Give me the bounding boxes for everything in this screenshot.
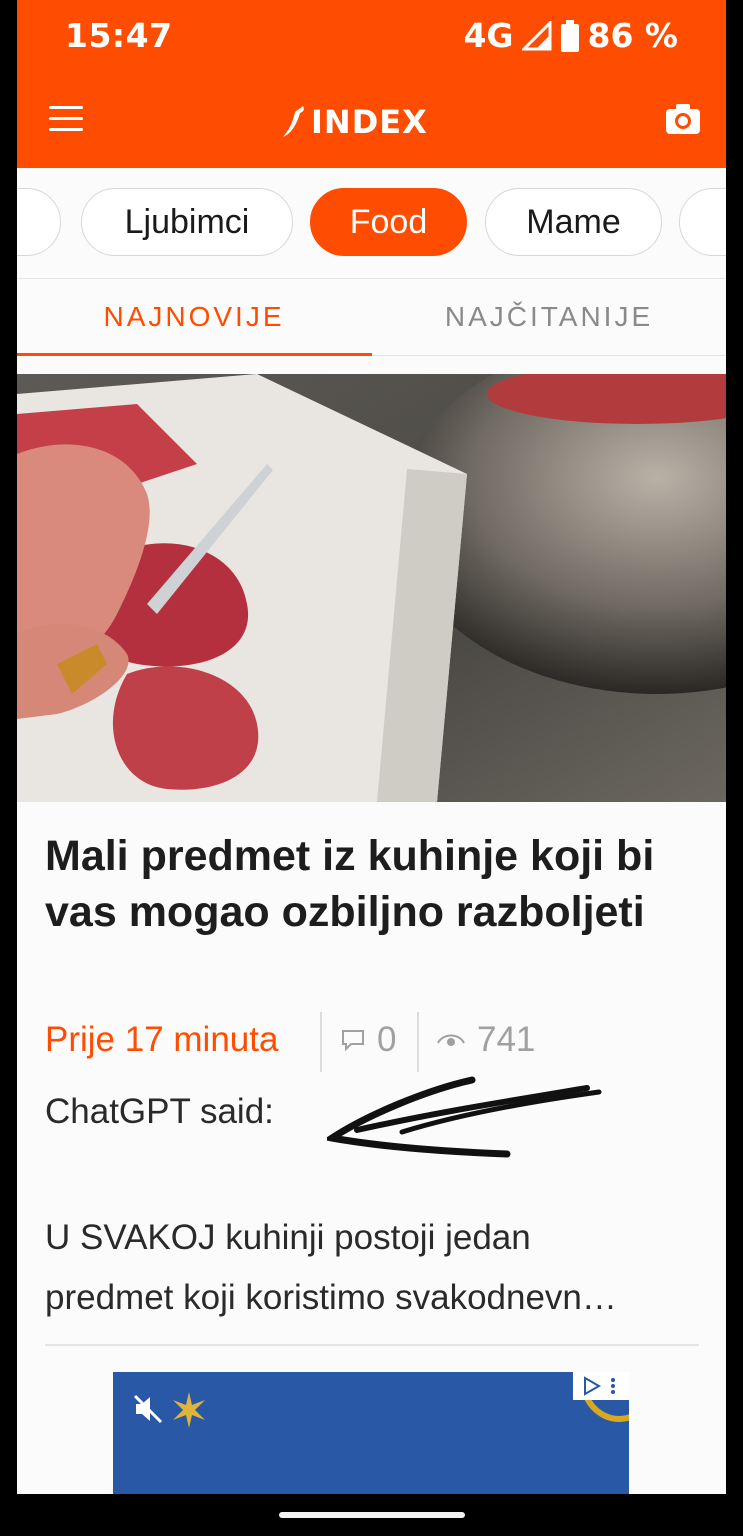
article-time: Prije 17 minuta <box>45 1020 279 1059</box>
active-tab-indicator <box>17 353 372 356</box>
lead-line: U SVAKOJ kuhinji postoji jedan <box>45 1218 531 1257</box>
tab-najnovije[interactable]: NAJNOVIJE <box>17 279 371 355</box>
category-chips[interactable]: Ljubimci Food Mame <box>17 168 726 278</box>
meta-divider <box>417 1012 419 1072</box>
index-logo[interactable]: INDEX <box>281 100 428 144</box>
battery-level: 86 % <box>587 16 678 55</box>
mute-icon[interactable] <box>133 1394 165 1424</box>
divider <box>45 1344 699 1346</box>
logo-chili-icon <box>283 106 304 137</box>
article-title[interactable]: Mali predmet iz kuhinje koji bi vas moga… <box>45 828 685 940</box>
views-value: 741 <box>477 1020 536 1059</box>
meta-divider <box>320 1012 322 1072</box>
lead-line: predmet koji koristimo svakodnevn… <box>45 1278 617 1317</box>
article-tabs: NAJNOVIJE NAJČITANIJE <box>17 278 726 356</box>
app-screen: 15:47 4G 86 % INDEX Ljubimci Food Mame N… <box>17 0 726 1494</box>
arrow-scribble <box>327 1076 602 1158</box>
comment-icon <box>342 1030 364 1051</box>
chip-food[interactable]: Food <box>310 188 467 256</box>
system-nav-bar <box>0 1494 743 1536</box>
article-image[interactable] <box>17 374 726 802</box>
network-type: 4G <box>463 16 514 55</box>
menu-icon[interactable] <box>49 106 83 136</box>
status-time: 15:47 <box>65 16 173 55</box>
battery-icon <box>560 19 579 52</box>
eye-icon <box>437 1034 465 1046</box>
article-lead[interactable]: U SVAKOJ kuhinji postoji jedan predmet k… <box>45 1208 695 1328</box>
ad-choices-icon[interactable] <box>573 1372 629 1400</box>
status-indicators: 4G 86 % <box>463 16 678 55</box>
status-bar: 15:47 4G 86 % <box>17 0 726 76</box>
chip-next[interactable] <box>679 188 726 256</box>
comments-count[interactable]: 0 <box>341 1020 396 1060</box>
camera-icon[interactable] <box>664 100 702 138</box>
ad-banner[interactable] <box>113 1372 629 1494</box>
chip-mame[interactable]: Mame <box>485 188 662 256</box>
signal-icon <box>521 20 552 50</box>
views-count: 741 <box>437 1020 535 1060</box>
chip-previous[interactable] <box>17 188 61 256</box>
tab-najcitanije[interactable]: NAJČITANIJE <box>372 279 726 355</box>
logo-text: INDEX <box>311 103 428 141</box>
comments-value: 0 <box>377 1020 397 1059</box>
article-meta: Prije 17 minuta 0 741 <box>45 1012 685 1072</box>
sun-icon <box>173 1392 205 1428</box>
chip-ljubimci[interactable]: Ljubimci <box>81 188 293 256</box>
app-header: INDEX <box>17 76 726 168</box>
home-handle[interactable] <box>279 1512 465 1518</box>
chatgpt-said-text: ChatGPT said: <box>45 1092 274 1131</box>
